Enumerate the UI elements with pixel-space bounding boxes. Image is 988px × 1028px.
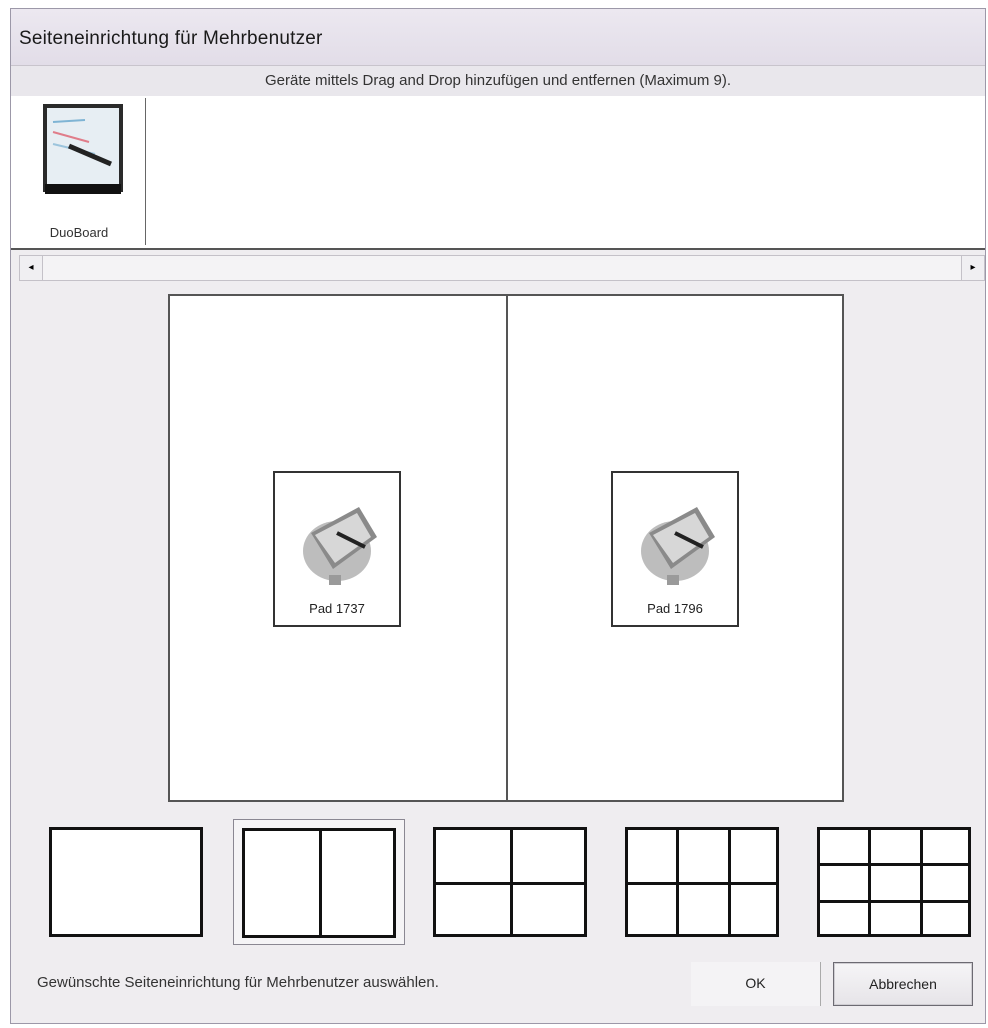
status-hint: Gewünschte Seiteneinrichtung für Mehrben… [37,974,439,991]
grid-line [820,863,968,866]
layout-9-icon [817,827,971,937]
pad-label: Pad 1796 [647,601,703,616]
layout-preview: Pad 1737 Pad 1796 [168,294,844,802]
grid-line [436,882,584,885]
layout-option-4[interactable] [425,819,597,945]
grid-line [820,900,968,903]
layout-2-icon [242,828,396,938]
pen-pad-icon [303,507,377,585]
ok-button[interactable]: OK [691,962,821,1006]
drag-drop-instruction: Geräte mittels Drag and Drop hinzufügen … [11,65,985,97]
device-label: DuoBoard [49,225,109,240]
device-tile-duoboard[interactable]: DuoBoard [13,98,146,245]
layout-option-9[interactable] [809,819,981,945]
grid-line [628,882,776,885]
pad-slot-2[interactable]: Pad 1796 [611,471,739,627]
layout-option-6[interactable] [617,819,789,945]
layout-options [41,819,981,945]
tray-scrollbar[interactable]: ◂ ▸ [19,255,985,281]
scroll-right-arrow-icon[interactable]: ▸ [961,256,984,280]
layout-6-icon [625,827,779,937]
cancel-button[interactable]: Abbrechen [833,962,973,1006]
preview-divider [506,296,508,800]
grid-line [319,831,322,935]
title-bar: Seiteneinrichtung für Mehrbenutzer [11,9,985,65]
layout-option-2[interactable] [233,819,405,945]
layout-4-icon [433,827,587,937]
layout-1-icon [49,827,203,937]
grid-line [920,830,923,934]
dialog-title: Seiteneinrichtung für Mehrbenutzer [19,28,323,49]
pad-label: Pad 1737 [309,601,365,616]
scroll-left-arrow-icon[interactable]: ◂ [20,256,43,280]
device-tray: DuoBoard [11,96,985,250]
pad-slot-1[interactable]: Pad 1737 [273,471,401,627]
layout-option-1[interactable] [41,819,213,945]
multiuser-setup-dialog: Seiteneinrichtung für Mehrbenutzer Gerät… [10,8,986,1024]
grid-line [868,830,871,934]
duoboard-device-icon [43,104,123,194]
pen-pad-icon [641,507,715,585]
